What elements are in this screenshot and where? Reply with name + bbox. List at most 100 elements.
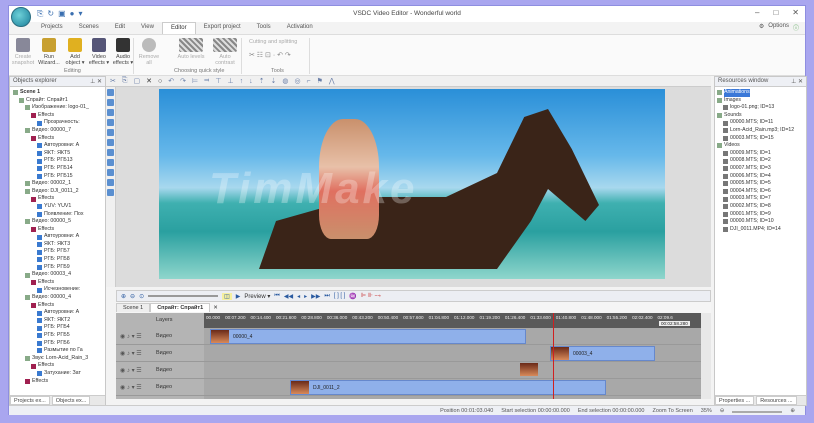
zoom-in-button[interactable]: ⊕	[790, 408, 795, 414]
tool-icon[interactable]	[107, 109, 114, 116]
tree-item[interactable]: Effects	[11, 112, 104, 120]
timeline-clip[interactable]: 00000_4	[210, 329, 526, 344]
tool-icon[interactable]	[107, 89, 114, 96]
tree-item[interactable]: Прозрачность:	[11, 119, 104, 127]
tree-item[interactable]: Видео: 00003_4	[11, 271, 104, 279]
resource-item[interactable]: Lorn-Acid_Rain.mp3; ID=12	[717, 127, 804, 135]
zoom-out-button[interactable]: ⊖	[720, 408, 725, 414]
ribbon-button-3[interactable]: Video effects ▾	[87, 38, 111, 66]
audio-icon[interactable]: ♒	[349, 293, 356, 300]
tool-icon[interactable]	[107, 179, 114, 186]
tree-item[interactable]: Появление: Пох	[11, 211, 104, 219]
resource-item[interactable]: 00003.MTS; ID=15	[717, 135, 804, 143]
resource-item[interactable]: 00001.MTS; ID=9	[717, 211, 804, 219]
resource-item[interactable]: 00004.MTS; ID=6	[717, 188, 804, 196]
panel-tab[interactable]: Projects ex...	[10, 396, 50, 405]
resource-item[interactable]: Sounds	[717, 112, 804, 120]
tree-item[interactable]: Effects	[11, 302, 104, 310]
resource-item[interactable]: 00007.MTS; ID=3	[717, 165, 804, 173]
tree-item[interactable]: Звук: Lorn-Acid_Rain_3	[11, 355, 104, 363]
move-down-icon[interactable]: ↓	[249, 78, 253, 85]
tool-icon[interactable]	[107, 139, 114, 146]
resource-item[interactable]: DJI_0011.MP4; ID=14	[717, 226, 804, 234]
crop-icon[interactable]: ⌐	[307, 78, 311, 85]
go-end-icon[interactable]: ⏭	[324, 293, 329, 300]
tree-item[interactable]: РГБ: РГБ13	[11, 157, 104, 165]
tree-item[interactable]: Видео: 00000_4	[11, 294, 104, 302]
pin-close-icons[interactable]: ⊥ ✕	[90, 78, 102, 85]
tree-item[interactable]: РГБ: РГБ15	[11, 173, 104, 181]
timeline-scrollbar[interactable]	[701, 313, 711, 399]
resource-item[interactable]: 00006.MTS; ID=4	[717, 173, 804, 181]
ribbon-button-7[interactable]: Auto contrast	[209, 38, 241, 66]
ribbon-button-6[interactable]: Auto levels	[175, 38, 207, 60]
tool-icon[interactable]	[107, 159, 114, 166]
tree-item[interactable]: YUV: YUV1	[11, 203, 104, 211]
resource-item[interactable]: 00005.MTS; ID=5	[717, 180, 804, 188]
tree-item[interactable]: Effects	[11, 279, 104, 287]
bring-front-icon[interactable]: ⇡	[259, 77, 265, 85]
zoom-to-screen-button[interactable]: Zoom To Screen	[653, 408, 693, 414]
tree-item[interactable]: РГБ: РГБ5	[11, 332, 104, 340]
align-right-icon[interactable]: ⫤	[204, 77, 209, 85]
timeline-clip[interactable]: DJI_0011_2	[290, 380, 606, 395]
pin-close-icons[interactable]: ⊥ ✕	[791, 78, 803, 85]
cut-icon[interactable]: ✂	[110, 77, 116, 85]
tree-item[interactable]: ЯКТ: ЯКТ2	[11, 317, 104, 325]
eye-icon[interactable]: ◉ ♪ ▾ ☰	[120, 333, 142, 340]
tree-item[interactable]: Scene 1	[11, 89, 104, 97]
resource-item[interactable]: Images	[717, 97, 804, 105]
ribbon-button-4[interactable]: Audio effects ▾	[111, 38, 135, 66]
prev-frame-icon[interactable]: ◀◀	[284, 293, 293, 300]
ribbon-button-5[interactable]: Remove all	[137, 38, 161, 66]
tree-item[interactable]: Effects	[11, 362, 104, 370]
align-left-icon[interactable]: ⊨	[192, 77, 198, 85]
ribbon-button-0[interactable]: Create snapshot	[11, 38, 35, 66]
zoom-slider[interactable]	[732, 411, 782, 413]
align-bottom-icon[interactable]: ⊥	[227, 77, 233, 85]
tool-icon[interactable]	[107, 119, 114, 126]
time-ruler[interactable]: 00.00000:07.20000:14.40000:21.60000:28.8…	[204, 313, 701, 328]
resource-item[interactable]: Animations	[717, 89, 804, 97]
tree-item[interactable]: Размытие по Га	[11, 347, 104, 355]
zoom-out-icon[interactable]: ⊖	[130, 293, 135, 300]
next-frame-icon[interactable]: ▶▶	[311, 293, 320, 300]
tree-item[interactable]: ЯКТ: ЯКТ5	[11, 150, 104, 158]
tab-scenes[interactable]: Scenes	[71, 22, 107, 34]
eye-icon[interactable]: ◉ ♪ ▾ ☰	[120, 350, 142, 357]
panel-tab[interactable]: Resources ...	[756, 396, 796, 405]
zoom-slider[interactable]	[148, 295, 218, 297]
panel-tab[interactable]: Objects ex...	[52, 396, 91, 405]
tree-item[interactable]: Effects	[11, 226, 104, 234]
step-forward-icon[interactable]: ▸	[304, 293, 307, 300]
timeline-clip[interactable]: 00003_4	[550, 346, 655, 361]
tools-icons[interactable]: ✂ ☷ ⊡ · ↶ ↷	[249, 51, 291, 59]
go-start-icon[interactable]: ⏮	[274, 293, 279, 300]
delete-icon[interactable]: ✕	[146, 77, 152, 85]
tree-item[interactable]: Видео: 00000_5	[11, 218, 104, 226]
tree-item[interactable]: Видео: DJI_0011_2	[11, 188, 104, 196]
tab-export-project[interactable]: Export project	[196, 22, 249, 34]
tree-item[interactable]: Автоуровни: A	[11, 233, 104, 241]
tree-item[interactable]: РГБ: РГБ7	[11, 248, 104, 256]
tab-edit[interactable]: Edit	[107, 22, 133, 34]
resource-item[interactable]: 00008.MTS; ID=2	[717, 157, 804, 165]
markers-icon[interactable]: [ ] [ ]	[334, 293, 346, 299]
chart-icon[interactable]: ⋀	[329, 77, 335, 85]
group-icon[interactable]: ◍	[282, 77, 288, 85]
resource-item[interactable]: 00000.MTS; ID=11	[717, 119, 804, 127]
tab-sprite[interactable]: Спрайт: Спрайт1	[150, 303, 210, 312]
copy-icon[interactable]: ⎘	[122, 77, 128, 85]
tool-icon[interactable]	[107, 189, 114, 196]
zoom-fit-icon[interactable]: ⊙	[139, 293, 144, 300]
tab-view[interactable]: View	[133, 22, 162, 34]
tree-item[interactable]: РГБ: РГБ6	[11, 340, 104, 348]
zoom-in-icon[interactable]: ⊕	[121, 293, 126, 300]
move-up-icon[interactable]: ↑	[240, 78, 244, 85]
tab-scene[interactable]: Scene 1	[116, 303, 150, 312]
resource-item[interactable]: logo-01.png; ID=13	[717, 104, 804, 112]
preview-dropdown[interactable]: Preview ▾	[244, 293, 270, 300]
ungroup-icon[interactable]: ◎	[294, 77, 300, 85]
tree-item[interactable]: Effects	[11, 195, 104, 203]
step-back-icon[interactable]: ◂	[297, 293, 300, 300]
